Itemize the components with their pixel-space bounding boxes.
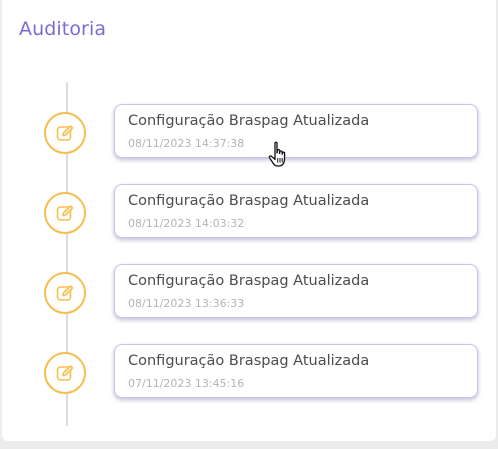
entry-date: 08/11/2023 13:36:33	[128, 297, 245, 310]
edit-icon	[56, 125, 74, 141]
audit-entry-card[interactable]: Configuração Braspag Atualizada 07/11/20…	[114, 344, 478, 398]
entry-date: 08/11/2023 14:37:38	[128, 137, 245, 150]
timeline-entry: Configuração Braspag Atualizada 08/11/20…	[0, 184, 498, 242]
edit-icon	[56, 365, 74, 381]
panel-title: Auditoria	[19, 18, 107, 40]
timeline-entry: Configuração Braspag Atualizada 08/11/20…	[0, 104, 498, 162]
entry-title: Configuração Braspag Atualizada	[128, 273, 370, 289]
entry-title: Configuração Braspag Atualizada	[128, 193, 370, 209]
edit-icon	[56, 285, 74, 301]
timeline-entry: Configuração Braspag Atualizada 08/11/20…	[0, 264, 498, 322]
entry-date: 07/11/2023 13:45:16	[128, 377, 245, 390]
timeline-entry: Configuração Braspag Atualizada 07/11/20…	[0, 344, 498, 402]
hand-pointer-icon	[268, 141, 286, 167]
entry-date: 08/11/2023 14:03:32	[128, 217, 245, 230]
audit-entry-card[interactable]: Configuração Braspag Atualizada 08/11/20…	[114, 184, 478, 238]
entry-title: Configuração Braspag Atualizada	[128, 353, 370, 369]
timeline-marker	[44, 352, 86, 394]
audit-entry-card[interactable]: Configuração Braspag Atualizada 08/11/20…	[114, 264, 478, 318]
timeline-marker	[44, 112, 86, 154]
edit-icon	[56, 205, 74, 221]
timeline-marker	[44, 272, 86, 314]
timeline-marker	[44, 192, 86, 234]
audit-entry-card[interactable]: Configuração Braspag Atualizada 08/11/20…	[114, 104, 478, 158]
entry-title: Configuração Braspag Atualizada	[128, 113, 370, 129]
